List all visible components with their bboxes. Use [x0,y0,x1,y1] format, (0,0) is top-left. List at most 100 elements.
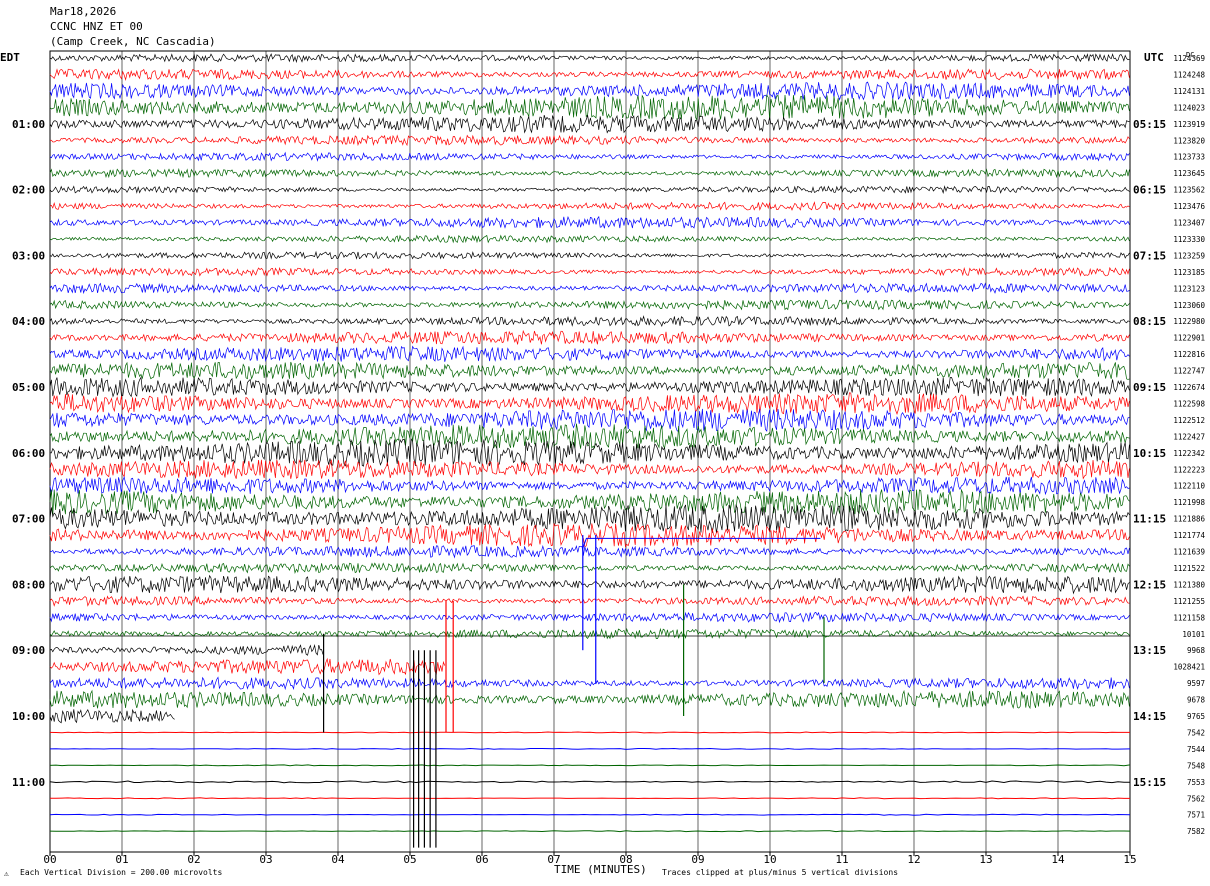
left-hour-label: 06:00 [12,447,45,460]
trace-line [49,361,1130,380]
right-hour-label: 09:15 [1133,381,1166,394]
left-axis-title: EDT [0,51,20,64]
right-hour-label: 05:15 [1133,118,1166,131]
trace-line [49,392,1130,415]
trace-line [49,53,1130,64]
trace-line [49,459,1130,480]
left-hour-label: 03:00 [12,249,45,262]
trace-count-label: 1124248 [1173,70,1205,79]
trace-line [49,376,1130,398]
trace-line [50,797,1130,800]
x-tick-label: 15 [1123,853,1136,866]
left-hour-label: 07:00 [12,513,45,526]
trace-line [49,408,1130,432]
trace-line [49,234,1130,244]
trace-line [49,114,1130,134]
trace-count-label: 1121522 [1173,564,1205,573]
x-tick-label: 02 [187,853,200,866]
left-hour-label: 02:00 [12,184,45,197]
trace-line [49,689,1130,710]
trace-count-label: 7562 [1187,794,1205,803]
trace-count-label: 1121639 [1173,548,1205,557]
trace-count-label: 1124023 [1173,103,1205,112]
right-axis-title: UTC [1144,51,1164,64]
trace-line [49,708,175,724]
trace-count-label: 7553 [1187,778,1205,787]
trace-count-labels: 1124369 1124248 1124131 1124023 1123919 11238… [1173,54,1205,836]
trace-count-label: 1123645 [1173,169,1205,178]
trace-line [49,504,1130,534]
trace-line [49,68,1130,81]
x-tick-label: 11 [835,853,848,866]
trace-line [49,201,1130,212]
x-tick-label: 03 [259,853,272,866]
x-tick-label: 13 [979,853,992,866]
x-tick-label: 05 [403,853,416,866]
left-hour-label: 05:00 [12,381,45,394]
warning-icon: ⚠ [4,869,9,878]
x-tick-label: 09 [691,853,704,866]
clip-note: Traces clipped at plus/minus 5 vertical … [662,868,898,877]
trace-group [49,53,1131,833]
trace-count-label: 1123407 [1173,219,1205,228]
trace-line [49,780,1130,784]
header-location: (Camp Creek, NC Cascadia) [50,35,216,48]
trace-count-label: 10101 [1182,630,1205,639]
trace-count-label: 7544 [1187,745,1206,754]
trace-count-label: 1123259 [1173,251,1205,260]
trace-count-label: 1123060 [1173,301,1205,310]
x-tick-label: 10 [763,853,776,866]
trace-line [49,167,1130,179]
trace-count-label: 9678 [1187,696,1206,705]
trace-count-label: 1121255 [1173,597,1205,606]
trace-count-label: 1122598 [1173,399,1205,408]
right-hour-label: 15:15 [1133,776,1166,789]
x-tick-label: 12 [907,853,920,866]
right-hour-label: 06:15 [1133,184,1166,197]
trace-line [49,81,1130,101]
trace-line [49,299,1130,311]
x-tick-label: 04 [331,853,345,866]
trace-line [49,475,1130,496]
trace-line [49,423,1130,450]
trace-line [49,185,1130,195]
trace-count-label: 9765 [1187,712,1205,721]
trace-line [49,764,1131,767]
left-hour-labels: 01:00 02:00 03:00 04:00 05:00 06:00 07:00 08:00… [12,118,45,789]
right-hour-label: 14:15 [1133,710,1166,723]
trace-count-label: 1121998 [1173,498,1205,507]
trace-line [49,329,1130,345]
trace-line [49,747,1131,750]
trace-count-label: 1121158 [1173,613,1205,622]
trace-line [49,250,1130,260]
left-hour-label: 10:00 [12,710,45,723]
trace-count-label: 1124131 [1173,87,1205,96]
left-hour-label: 08:00 [12,578,45,591]
scale-note: Each Vertical Division = 200.00 microvol… [20,868,222,877]
trace-count-label: 1123820 [1173,136,1205,145]
left-hour-label: 09:00 [12,644,45,657]
trace-line [49,266,1130,277]
trace-count-label: 1122427 [1173,432,1205,441]
right-hour-label: 11:15 [1133,513,1166,526]
trace-line [49,134,1130,147]
trace-line [49,644,324,656]
trace-count-label: 1123123 [1173,284,1205,293]
trace-line [49,657,446,676]
trace-line [49,345,1130,362]
trace-line [49,562,1130,574]
trace-line [49,574,1130,595]
trace-count-label: 1122110 [1173,482,1205,491]
trace-count-label: 1123185 [1173,268,1205,277]
trace-count-label: 9597 [1187,679,1205,688]
trace-count-label: 1123733 [1173,153,1205,162]
trace-count-label: 1122816 [1173,350,1205,359]
trace-count-label: 1123562 [1173,186,1205,195]
trace-count-label: 1122980 [1173,317,1205,326]
trace-count-label: 1123919 [1173,120,1205,129]
trace-count-label: 1121774 [1173,531,1205,540]
trace-line [49,438,1130,467]
x-tick-label: 00 [43,853,56,866]
helicorder-chart: Mar18,2026 CCNC HNZ ET 00 (Camp Creek, N… [0,5,1205,878]
trace-line [49,215,1130,230]
